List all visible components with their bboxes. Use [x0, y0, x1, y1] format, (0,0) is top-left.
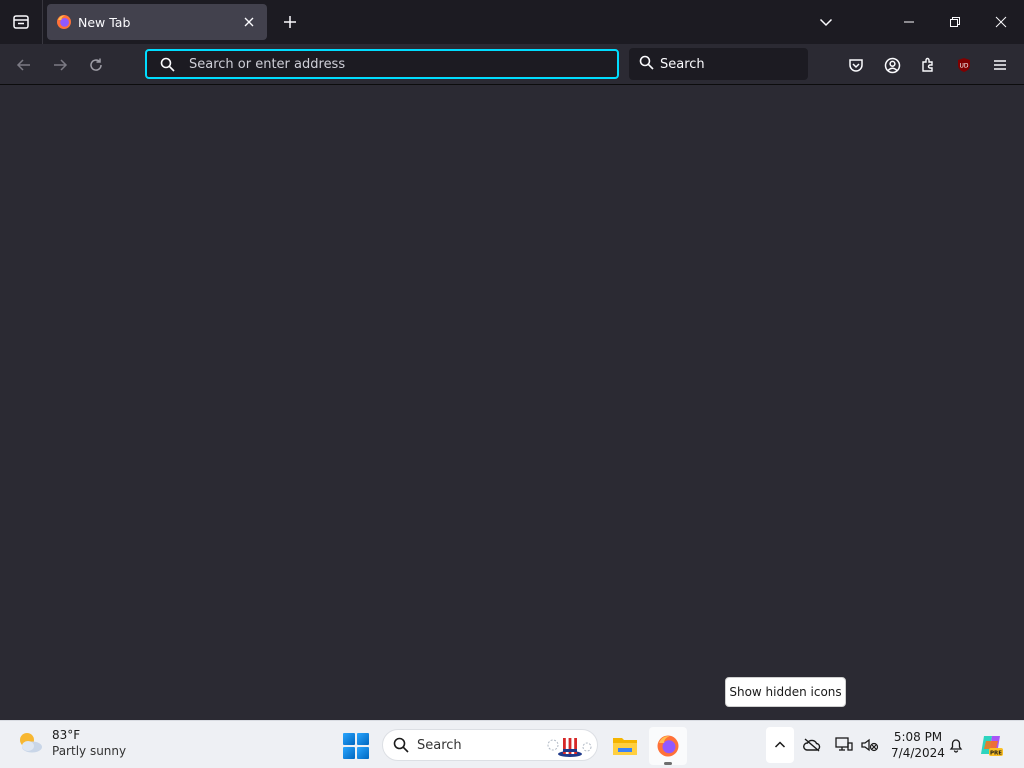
windows-logo-tile: [343, 747, 355, 759]
page-content: [0, 86, 1024, 720]
new-tab-button[interactable]: [276, 8, 304, 36]
clock[interactable]: 5:08 PM 7/4/2024: [888, 729, 948, 761]
weather-widget[interactable]: 83°F Partly sunny: [16, 727, 126, 759]
firefox-icon: [657, 735, 679, 757]
reload-icon: [90, 58, 102, 71]
taskbar-search-label: Search: [417, 737, 462, 753]
address-bar[interactable]: [145, 49, 619, 79]
speaker-muted-icon: [861, 738, 879, 752]
list-all-tabs-button[interactable]: [812, 8, 840, 36]
ublock-origin-icon: UD: [958, 58, 970, 72]
chevron-down-icon: [819, 18, 833, 27]
extensions-icon: [922, 57, 933, 72]
navigation-toolbar: Search UD: [0, 44, 1024, 85]
cloud-offline-icon: [803, 738, 821, 752]
address-input[interactable]: [189, 56, 617, 72]
windows-logo-tile: [357, 747, 369, 759]
ublock-badge-label: UD: [959, 63, 968, 70]
account-button[interactable]: [877, 50, 907, 80]
tab-list-icon: [13, 15, 29, 29]
hamburger-menu-icon: [994, 60, 1006, 70]
extensions-button[interactable]: [913, 50, 943, 80]
forward-arrow-icon: [54, 59, 68, 71]
close-tab-icon[interactable]: [239, 12, 259, 32]
network-disconnected-icon: [835, 737, 853, 751]
copilot-icon: PRE: [981, 736, 1003, 757]
copilot-button[interactable]: PRE: [978, 727, 1006, 763]
fourth-of-july-hat-icon: [547, 738, 592, 757]
windows-logo-tile: [343, 733, 355, 745]
firefox-icon: [56, 14, 72, 30]
tab-strip: New Tab: [0, 0, 1024, 44]
copilot-badge-label: PRE: [990, 751, 1002, 757]
taskbar-firefox[interactable]: [649, 727, 687, 765]
start-button[interactable]: [343, 733, 369, 759]
ublock-extension-button[interactable]: UD: [949, 50, 979, 80]
taskbar-file-explorer[interactable]: [606, 727, 644, 765]
minimize-button[interactable]: [886, 0, 932, 44]
weather-temperature: 83°F: [52, 728, 81, 742]
weather-condition: Partly sunny: [52, 744, 127, 758]
clock-time: 5:08 PM: [893, 730, 943, 744]
back-button[interactable]: [9, 50, 39, 80]
show-hidden-icons-button[interactable]: [766, 727, 794, 763]
restore-icon: [950, 17, 960, 27]
notifications-button[interactable]: [942, 727, 970, 763]
network-tray-button[interactable]: [830, 727, 858, 763]
taskbar: 83°F Partly sunny Search 5:08 PM 7/4/202…: [0, 720, 1024, 768]
firefox-view-button[interactable]: [0, 0, 42, 44]
file-explorer-icon: [613, 738, 637, 755]
volume-tray-button[interactable]: [856, 727, 884, 763]
account-icon: [884, 57, 900, 73]
partly-sunny-icon: [20, 733, 42, 753]
tab-divider: [42, 0, 43, 44]
search-icon: [393, 737, 409, 753]
app-menu-button[interactable]: [985, 50, 1015, 80]
windows-logo-tile: [357, 733, 369, 745]
pocket-icon: [849, 59, 863, 72]
search-icon: [639, 55, 654, 74]
pocket-button[interactable]: [841, 50, 871, 80]
running-indicator: [664, 762, 672, 765]
search-icon: [159, 56, 175, 72]
tooltip: Show hidden icons: [725, 677, 846, 707]
minimize-icon: [904, 21, 914, 23]
chevron-up-icon: [774, 741, 786, 748]
search-bar[interactable]: Search: [629, 48, 808, 80]
clock-date: 7/4/2024: [891, 746, 945, 760]
close-window-button[interactable]: [978, 0, 1024, 44]
tab-title: New Tab: [78, 14, 131, 30]
bell-icon: [949, 739, 963, 753]
back-arrow-icon: [16, 59, 30, 71]
search-bar-label: Search: [660, 56, 705, 72]
reload-button[interactable]: [81, 50, 111, 80]
tab-new-tab[interactable]: New Tab: [47, 4, 267, 40]
restore-button[interactable]: [932, 0, 978, 44]
close-icon: [995, 16, 1007, 28]
plus-icon: [284, 16, 296, 28]
forward-button[interactable]: [45, 50, 75, 80]
taskbar-search[interactable]: Search: [382, 729, 598, 761]
onedrive-tray-button[interactable]: [798, 727, 826, 763]
